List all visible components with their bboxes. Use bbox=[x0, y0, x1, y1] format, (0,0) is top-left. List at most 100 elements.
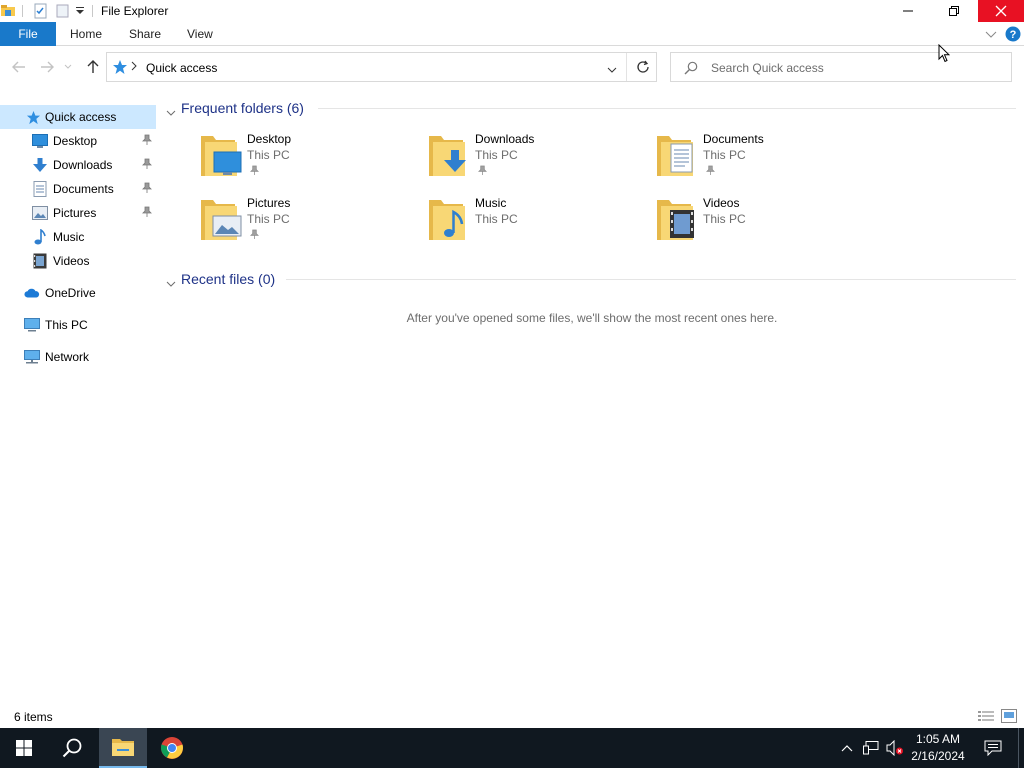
sidebar-item-quick-access[interactable]: Quick access bbox=[0, 105, 156, 129]
picture-icon bbox=[32, 205, 48, 221]
properties-icon[interactable] bbox=[33, 3, 49, 19]
windows-logo-icon bbox=[16, 740, 32, 756]
chevron-down-icon bbox=[64, 64, 72, 69]
start-button[interactable] bbox=[0, 728, 48, 768]
show-hidden-icons-button[interactable] bbox=[837, 728, 857, 768]
cloud-icon bbox=[24, 285, 40, 301]
sidebar-item-label: Videos bbox=[53, 254, 90, 268]
folder-downloads-icon bbox=[429, 132, 473, 180]
navigation-pane: Quick access Desktop Downloads Documents… bbox=[0, 100, 156, 706]
search-box[interactable]: Search Quick access bbox=[670, 52, 1012, 82]
sidebar-item-documents[interactable]: Documents bbox=[0, 177, 156, 201]
refresh-icon[interactable] bbox=[636, 60, 650, 77]
folder-name: Documents bbox=[703, 132, 764, 146]
folder-tile-pictures[interactable]: Pictures This PC bbox=[201, 196, 421, 256]
taskbar-chrome[interactable] bbox=[148, 728, 196, 768]
window-title: File Explorer bbox=[101, 4, 169, 18]
sidebar-item-onedrive[interactable]: OneDrive bbox=[0, 281, 156, 305]
clock-date[interactable]: 2/16/2024 bbox=[904, 749, 972, 763]
back-arrow-icon bbox=[12, 61, 25, 73]
status-bar: 6 items bbox=[0, 706, 1024, 728]
expand-ribbon-icon[interactable] bbox=[985, 28, 997, 42]
breadcrumb-separator-icon[interactable] bbox=[131, 60, 137, 74]
taskbar: 1:05 AM 2/16/2024 bbox=[0, 728, 1024, 768]
pin-icon bbox=[142, 182, 152, 194]
svg-text:?: ? bbox=[1010, 29, 1017, 41]
new-folder-icon[interactable] bbox=[55, 3, 71, 19]
recent-locations-button[interactable] bbox=[62, 58, 74, 76]
large-icons-view-icon[interactable] bbox=[1001, 709, 1017, 726]
sidebar-item-downloads[interactable]: Downloads bbox=[0, 153, 156, 177]
sidebar-item-label: Music bbox=[53, 230, 85, 244]
folder-location: This PC bbox=[703, 212, 746, 226]
computer-icon bbox=[24, 317, 40, 333]
help-icon[interactable]: ? bbox=[1005, 26, 1021, 45]
action-center-icon[interactable] bbox=[980, 728, 1006, 768]
search-button[interactable] bbox=[48, 728, 96, 768]
sidebar-item-videos[interactable]: Videos bbox=[0, 249, 156, 273]
folder-tile-videos[interactable]: Videos This PC bbox=[657, 196, 877, 256]
folder-desktop-icon bbox=[201, 132, 245, 180]
taskbar-file-explorer[interactable] bbox=[99, 728, 147, 768]
sidebar-item-pictures[interactable]: Pictures bbox=[0, 201, 156, 225]
sidebar-item-desktop[interactable]: Desktop bbox=[0, 129, 156, 153]
search-input[interactable]: Search Quick access bbox=[711, 61, 824, 75]
restore-icon bbox=[949, 6, 959, 16]
customize-toolbar-icon[interactable] bbox=[75, 5, 85, 21]
chevron-down-icon bbox=[166, 275, 176, 291]
music-note-icon bbox=[32, 229, 48, 245]
up-arrow-icon bbox=[87, 60, 99, 73]
folder-location: This PC bbox=[475, 212, 518, 226]
folder-name: Videos bbox=[703, 196, 740, 210]
folder-location: This PC bbox=[247, 148, 290, 162]
folder-tile-music[interactable]: Music This PC bbox=[429, 196, 649, 256]
tab-home[interactable]: Home bbox=[70, 22, 102, 46]
ribbon-tabs: File Home Share View ? bbox=[0, 22, 1024, 46]
star-icon bbox=[112, 59, 128, 78]
sidebar-item-label: Quick access bbox=[45, 110, 117, 124]
volume-muted-icon[interactable] bbox=[884, 728, 906, 768]
folder-location: This PC bbox=[475, 148, 518, 162]
tab-share[interactable]: Share bbox=[129, 22, 161, 46]
forward-button[interactable] bbox=[38, 58, 56, 76]
address-bar[interactable]: Quick access bbox=[106, 52, 657, 82]
sidebar-item-network[interactable]: Network bbox=[0, 345, 156, 369]
pin-icon bbox=[250, 229, 259, 240]
star-icon bbox=[25, 109, 41, 125]
address-row: Quick access Search Quick access bbox=[0, 50, 1024, 84]
network-icon bbox=[24, 349, 40, 365]
network-tray-icon[interactable] bbox=[860, 728, 882, 768]
folder-location: This PC bbox=[703, 148, 746, 162]
sidebar-item-label: Downloads bbox=[53, 158, 113, 172]
address-dropdown-icon[interactable] bbox=[607, 63, 617, 77]
close-icon bbox=[995, 5, 1007, 17]
sidebar-item-label: This PC bbox=[45, 318, 88, 332]
tab-file[interactable]: File bbox=[0, 22, 56, 46]
folder-tile-downloads[interactable]: Downloads This PC bbox=[429, 132, 649, 192]
folder-name: Downloads bbox=[475, 132, 535, 146]
pin-icon bbox=[142, 134, 152, 146]
sidebar-item-music[interactable]: Music bbox=[0, 225, 156, 249]
sidebar-item-label: Network bbox=[45, 350, 90, 364]
title-bar: File Explorer bbox=[0, 0, 1024, 22]
folder-tile-desktop[interactable]: Desktop This PC bbox=[201, 132, 421, 192]
minimize-button[interactable] bbox=[885, 0, 931, 22]
toolbar-divider bbox=[22, 5, 23, 17]
up-button[interactable] bbox=[84, 58, 102, 76]
clock-time[interactable]: 1:05 AM bbox=[904, 732, 972, 746]
breadcrumb-quick-access[interactable]: Quick access bbox=[146, 61, 217, 75]
folder-tile-documents[interactable]: Documents This PC bbox=[657, 132, 877, 192]
film-icon bbox=[32, 253, 48, 269]
show-desktop-button[interactable] bbox=[1018, 728, 1019, 768]
mouse-cursor-icon bbox=[938, 43, 951, 66]
back-button[interactable] bbox=[10, 58, 28, 76]
tab-view[interactable]: View bbox=[187, 22, 213, 46]
restore-button[interactable] bbox=[931, 0, 977, 22]
details-view-icon[interactable] bbox=[978, 710, 994, 725]
file-explorer-icon[interactable] bbox=[0, 2, 16, 18]
pin-icon bbox=[478, 165, 487, 176]
search-icon bbox=[684, 61, 698, 78]
pin-icon bbox=[706, 165, 715, 176]
sidebar-item-this-pc[interactable]: This PC bbox=[0, 313, 156, 337]
close-button[interactable] bbox=[978, 0, 1024, 22]
